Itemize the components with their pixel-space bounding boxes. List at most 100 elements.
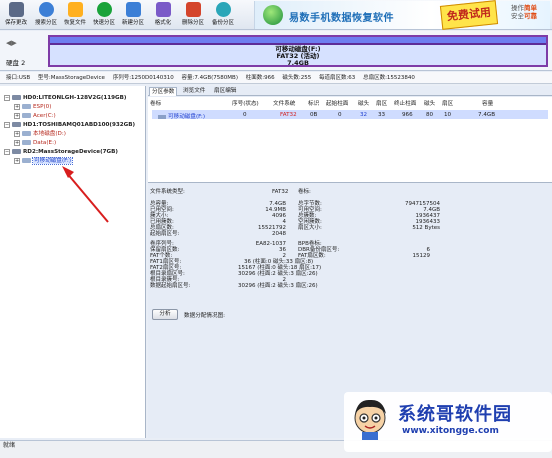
disk-info-line: 接口:USB 型号:MassStorageDevice 序列号:1250D014…: [0, 72, 552, 84]
cell-filesystem: FAT32: [280, 112, 297, 118]
col-header-start-sector: 扇区: [376, 101, 388, 107]
new-partition-icon: [125, 2, 141, 17]
col-header-start-cyl: 起始柱面: [326, 101, 349, 107]
collapse-icon[interactable]: −: [4, 121, 10, 128]
detail-label: 扇区大小:: [298, 225, 322, 231]
partition-icon: [22, 113, 31, 118]
detail-label: 起始扇区号:: [150, 231, 180, 237]
save-changes-button[interactable]: 保存更改: [4, 2, 28, 28]
volume-label-label: 卷标:: [298, 189, 311, 195]
watermark-url: www.xitongge.com: [402, 426, 499, 436]
disk-label: 硬盘 2: [6, 59, 26, 67]
expand-icon[interactable]: +: [14, 157, 20, 164]
backup-icon: [215, 2, 231, 17]
detail-value: 30296 (柱面:2 磁头:3 扇区:26): [238, 283, 318, 289]
ad-banner[interactable]: 易数手机数据恢复软件 免费试用 操作简单 安全可靠: [254, 0, 550, 30]
quick-partition-icon: [96, 2, 112, 17]
partition-block-label: 可移动磁盘(F:) FAT32 (活动) 7.4GB: [50, 43, 546, 67]
cell-end-sector: 10: [444, 112, 452, 118]
disk-map-bar: ◀▶ 硬盘 2 可移动磁盘(F:) FAT32 (活动) 7.4GB: [0, 31, 552, 71]
banner-slogan: 操作简单 安全可靠: [511, 4, 537, 20]
partition-icon: [22, 158, 31, 163]
disk-tree: − HD0:LITEONLGH-128V2G(119GB) + ESP(0) + Ac…: [0, 86, 146, 438]
tree-disk-rd2[interactable]: − RD2:MassStorageDevice(7GB): [4, 148, 118, 157]
partition-icon: [158, 114, 166, 119]
free-trial-badge: 免费试用: [439, 0, 499, 30]
disk-nav-arrows[interactable]: ◀▶: [6, 39, 26, 51]
disk-icon: [12, 122, 21, 127]
expand-icon[interactable]: +: [14, 139, 20, 146]
watermark-title: 系统哥软件园: [398, 404, 512, 425]
expand-icon[interactable]: +: [14, 130, 20, 137]
partition-table: 卷标 序号(状态) 文件系统 标识 起始柱面 磁头 扇区 终止柱面 磁头 扇区 …: [148, 97, 552, 183]
cell-start-head: 32: [360, 112, 368, 118]
col-header-index: 序号(状态): [232, 101, 259, 107]
col-header-label: 卷标: [150, 101, 162, 107]
col-header-id: 标识: [308, 101, 320, 107]
format-button[interactable]: 格式化: [151, 2, 175, 28]
delete-icon: [185, 2, 201, 17]
detail-label: 数据起始扇区号:: [150, 283, 191, 289]
col-header-filesystem: 文件系统: [273, 101, 296, 107]
tree-disk-hd1[interactable]: − HD1:TOSHIBAMQ01ABD100(932GB): [4, 121, 135, 130]
main-panel: 分区参数 浏览文件 扇区编辑 卷标 序号(状态) 文件系统 标识 起始柱面 磁头…: [148, 86, 552, 438]
partition-icon: [22, 140, 31, 145]
expand-icon[interactable]: +: [14, 112, 20, 119]
toolbar: 保存更改 搜索分区 恢复文件 快速分区 新建分区 格式化 删除分区 备份分区 易…: [0, 0, 552, 30]
search-icon: [38, 2, 54, 17]
tab-browse-files[interactable]: 浏览文件: [181, 87, 207, 96]
col-header-end-cyl: 终止柱面: [394, 101, 417, 107]
cell-end-cyl: 966: [402, 112, 413, 118]
analyze-button[interactable]: 分析: [152, 309, 178, 320]
data-allocation-label: 数据分配情况图:: [184, 313, 226, 319]
cell-end-head: 80: [426, 112, 434, 118]
col-header-end-sector: 扇区: [442, 101, 454, 107]
detail-value: 512 Bytes: [412, 225, 440, 231]
new-partition-button[interactable]: 新建分区: [121, 2, 145, 28]
partition-icon: [22, 131, 31, 136]
cell-start-cyl: 0: [338, 112, 342, 118]
tab-partition-params[interactable]: 分区参数: [149, 87, 178, 96]
detail-value: 2048: [272, 231, 286, 237]
collapse-icon[interactable]: −: [4, 94, 10, 101]
tree-partition-acer[interactable]: + Acer(C:): [14, 112, 56, 121]
fs-type-value: FAT32: [272, 189, 289, 195]
format-icon: [155, 2, 171, 17]
banner-logo-icon: [263, 5, 283, 25]
tree-disk-hd0[interactable]: − HD0:LITEONLGH-128V2G(119GB): [4, 94, 126, 103]
recover-icon: [67, 2, 83, 17]
delete-partition-button[interactable]: 删除分区: [181, 2, 205, 28]
site-watermark: 系统哥软件园 www.xitongge.com: [344, 392, 552, 452]
banner-text: 易数手机数据恢复软件: [289, 13, 394, 24]
cell-volume: 可移动磁盘(F:): [158, 112, 205, 120]
cartoon-face-icon: [354, 399, 386, 440]
partition-block[interactable]: 可移动磁盘(F:) FAT32 (活动) 7.4GB: [48, 35, 548, 67]
disk-icon: [12, 149, 21, 154]
partition-details: 文件系统类型: FAT32 卷标: 总容量: 7.4GB 已用空间: 14.9M…: [148, 185, 552, 401]
recover-files-button[interactable]: 恢复文件: [63, 2, 87, 28]
floppy-icon: [8, 2, 24, 17]
search-partition-button[interactable]: 搜索分区: [34, 2, 58, 28]
collapse-icon[interactable]: −: [4, 148, 10, 155]
tab-bar: 分区参数 浏览文件 扇区编辑: [148, 86, 552, 96]
status-text: 就绪: [3, 442, 16, 449]
partition-icon: [22, 104, 31, 109]
tree-partition-esp[interactable]: + ESP(0): [14, 103, 51, 112]
quick-partition-button[interactable]: 快速分区: [92, 2, 116, 28]
tree-partition-local-d[interactable]: + 本地磁盘(D:): [14, 130, 66, 139]
tab-sector-edit[interactable]: 扇区编辑: [212, 87, 238, 96]
disk-icon: [12, 95, 21, 100]
cell-capacity: 7.4GB: [478, 112, 496, 118]
col-header-capacity: 容量: [482, 101, 494, 107]
detail-label: FAT扇区数:: [298, 253, 326, 259]
col-header-end-head: 磁头: [424, 101, 436, 107]
expand-icon[interactable]: +: [14, 103, 20, 110]
fs-type-label: 文件系统类型:: [150, 189, 185, 195]
backup-partition-button[interactable]: 备份分区: [211, 2, 235, 28]
cell-start-sector: 33: [378, 112, 386, 118]
cell-id: 0B: [310, 112, 318, 118]
col-header-start-head: 磁头: [358, 101, 370, 107]
tree-partition-data-e[interactable]: + Data(E:): [14, 139, 56, 148]
cell-index: 0: [243, 112, 247, 118]
tree-partition-removable-f[interactable]: + 可移动磁盘(F:): [14, 157, 74, 166]
